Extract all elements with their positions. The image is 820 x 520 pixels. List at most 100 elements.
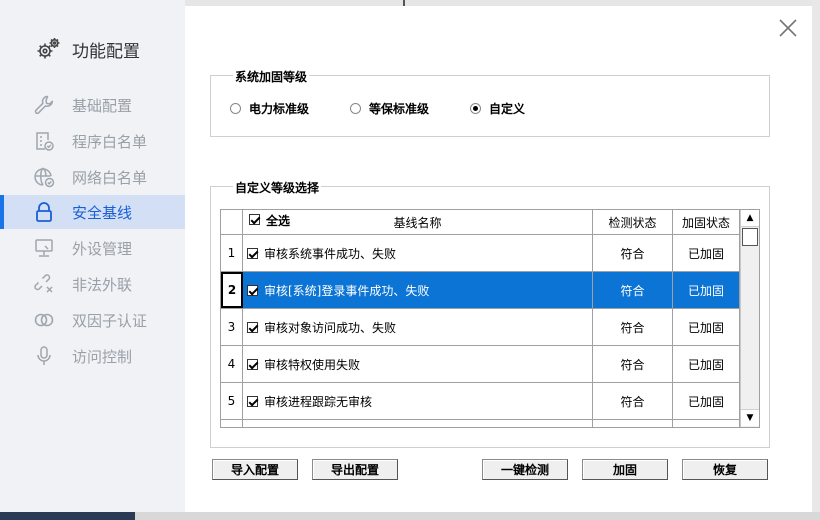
sidebar-item-label: 双因子认证 — [72, 311, 148, 330]
radio-power-standard[interactable]: 电力标准级 — [230, 100, 309, 117]
row-checkbox[interactable] — [247, 395, 258, 407]
table-row-selected[interactable]: 2 审核[系统]登录事件成功、失败 符合 已加固 — [221, 272, 740, 309]
one-click-detect-button[interactable]: 一键检测 — [482, 459, 568, 480]
close-icon[interactable] — [777, 17, 799, 39]
hardening-level-group: 系统加固等级 电力标准级 等保标准级 自定义 — [210, 68, 770, 137]
lock-icon — [36, 202, 52, 222]
wrench-icon — [34, 95, 54, 115]
sidebar-title: 功能配置 — [72, 41, 140, 62]
radio-label: 自定义 — [489, 102, 526, 116]
sidebar-item-label: 基础配置 — [72, 96, 133, 115]
sidebar-item-label: 安全基线 — [72, 203, 133, 222]
header-fix-status: 加固状态 — [673, 210, 740, 234]
row-number: 1 — [221, 235, 243, 271]
sidebar-item-basic-config[interactable]: 基础配置 — [0, 88, 185, 122]
radio-dot-selected — [470, 103, 481, 114]
function-config-window: 功能配置 基础配置 程序白名单 网络白名单 安全基线 外设管理 非法外联 双因子… — [0, 0, 820, 520]
row-name: 审核特权使用失败 — [264, 357, 361, 372]
background-window-edge — [185, 0, 820, 6]
row-name-cell: 审核[系统]登录事件成功、失败 — [243, 272, 593, 308]
header-name: 基线名称 — [243, 210, 593, 234]
microphone-icon — [37, 346, 51, 365]
sidebar-item-label: 程序白名单 — [72, 132, 148, 151]
header-detect-label: 检测状态 — [608, 215, 657, 230]
select-all-checkbox[interactable] — [249, 214, 260, 225]
row-detect-status: 符合 — [593, 272, 673, 308]
row-checkbox[interactable] — [247, 358, 258, 370]
row-detect-status: 符合 — [593, 383, 673, 419]
row-detect-partial — [593, 420, 673, 427]
background-window-edge-right — [812, 0, 820, 520]
radio-protection-standard[interactable]: 等保标准级 — [350, 100, 429, 117]
row-name-cell: 审核特权使用失败 — [243, 346, 593, 382]
background-taskbar-edge — [0, 512, 820, 520]
sidebar-item-program-whitelist[interactable]: 程序白名单 — [0, 124, 185, 158]
row-fix-status: 已加固 — [673, 272, 740, 308]
table-row[interactable]: 3 审核对象访问成功、失败 符合 已加固 — [221, 309, 740, 346]
table-row[interactable]: 4 审核特权使用失败 符合 已加固 — [221, 346, 740, 383]
row-number-partial — [221, 420, 243, 427]
radio-label: 等保标准级 — [369, 102, 430, 116]
sidebar-item-label: 外设管理 — [72, 239, 133, 258]
row-fix-status: 已加固 — [673, 235, 740, 271]
table-scrollbar[interactable]: ▲ ▼ — [740, 210, 759, 427]
row-name: 审核进程跟踪无审核 — [264, 394, 373, 409]
globe-check-icon — [34, 167, 55, 188]
row-number: 2 — [221, 272, 243, 308]
sidebar-item-label: 非法外联 — [72, 275, 133, 294]
table-row[interactable]: 1 审核系统事件成功、失败 符合 已加固 — [221, 235, 740, 272]
double-ring-icon — [34, 313, 54, 327]
row-fix-partial — [673, 420, 740, 427]
import-config-button[interactable]: 导入配置 — [212, 459, 298, 480]
row-number: 5 — [221, 383, 243, 419]
export-config-button[interactable]: 导出配置 — [312, 459, 398, 480]
row-name-cell: 审核对象访问成功、失败 — [243, 309, 593, 345]
row-detect-status: 符合 — [593, 235, 673, 271]
broken-link-icon — [34, 274, 53, 293]
row-checkbox[interactable] — [247, 284, 258, 296]
header-fix-label: 加固状态 — [681, 215, 730, 230]
sidebar-item-label: 网络白名单 — [72, 168, 148, 187]
sidebar: 功能配置 基础配置 程序白名单 网络白名单 安全基线 外设管理 非法外联 双因子… — [0, 0, 185, 512]
sidebar-item-illegal-outreach[interactable]: 非法外联 — [0, 267, 185, 301]
sidebar-item-security-baseline[interactable]: 安全基线 — [0, 195, 185, 229]
sidebar-item-network-whitelist[interactable]: 网络白名单 — [0, 160, 185, 194]
row-fix-status: 已加固 — [673, 309, 740, 345]
restore-button[interactable]: 恢复 — [682, 459, 768, 480]
sidebar-item-access-control[interactable]: 访问控制 — [0, 339, 185, 373]
table-row[interactable]: 5 审核进程跟踪无审核 符合 已加固 — [221, 383, 740, 420]
row-number: 3 — [221, 309, 243, 345]
row-name: 审核[系统]登录事件成功、失败 — [264, 283, 430, 298]
sidebar-item-peripheral-management[interactable]: 外设管理 — [0, 231, 185, 265]
row-name-cell: 审核系统事件成功、失败 — [243, 235, 593, 271]
row-name-partial — [243, 420, 593, 427]
row-number: 4 — [221, 346, 243, 382]
gears-icon — [37, 38, 60, 59]
table-header: 基线名称 检测状态 加固状态 全选 — [221, 210, 740, 235]
header-name-label: 基线名称 — [393, 215, 442, 230]
harden-button[interactable]: 加固 — [582, 459, 668, 480]
baseline-table: 基线名称 检测状态 加固状态 全选 1 审核系统事件成功、失败 符合 已加固 2 — [220, 209, 760, 428]
monitor-icon — [35, 239, 53, 257]
select-all-label: 全选 — [266, 214, 291, 228]
custom-level-title: 自定义等级选择 — [233, 179, 322, 196]
hardening-level-title: 系统加固等级 — [233, 68, 310, 85]
radio-custom[interactable]: 自定义 — [470, 100, 525, 117]
sidebar-item-two-factor-auth[interactable]: 双因子认证 — [0, 303, 185, 337]
header-row-number — [221, 210, 243, 234]
row-name: 审核对象访问成功、失败 — [264, 320, 397, 335]
row-name-cell: 审核进程跟踪无审核 — [243, 383, 593, 419]
row-detect-status: 符合 — [593, 309, 673, 345]
row-checkbox[interactable] — [247, 321, 258, 333]
row-checkbox[interactable] — [247, 247, 258, 259]
row-fix-status: 已加固 — [673, 383, 740, 419]
scroll-down-arrow-icon[interactable]: ▼ — [741, 409, 759, 426]
radio-label: 电力标准级 — [249, 102, 310, 116]
row-name: 审核系统事件成功、失败 — [264, 246, 397, 261]
sidebar-header: 功能配置 — [34, 34, 140, 64]
radio-dot — [230, 103, 241, 114]
sidebar-item-label: 访问控制 — [72, 347, 133, 366]
scroll-up-arrow-icon[interactable]: ▲ — [741, 210, 759, 227]
scroll-thumb[interactable] — [742, 228, 758, 246]
document-check-icon — [36, 132, 54, 151]
